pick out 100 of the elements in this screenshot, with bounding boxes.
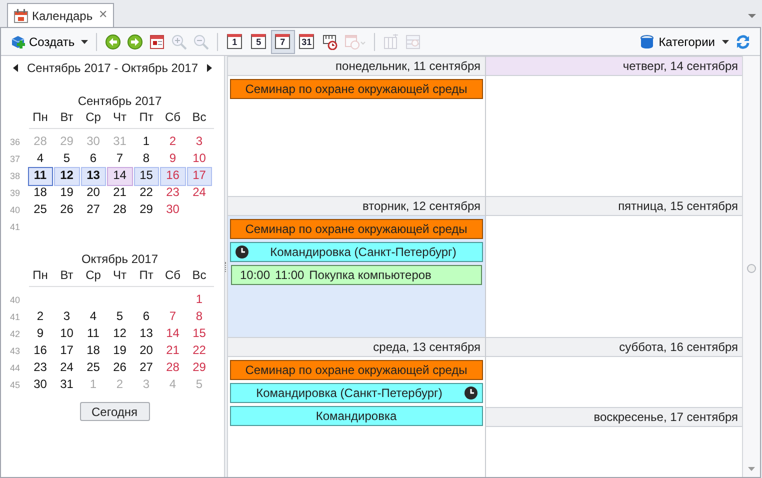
calendar-day[interactable]: 10 [186, 150, 212, 169]
calendar-day[interactable]: 14 [107, 167, 132, 186]
calendar-day[interactable]: 11 [80, 325, 106, 344]
calendar-day[interactable]: 23 [28, 359, 53, 378]
calendar-day[interactable]: 2 [160, 133, 186, 152]
calendar-day[interactable]: 10 [54, 325, 80, 344]
calendar-view-button[interactable]: 7 [270, 30, 295, 54]
calendar-day[interactable]: 20 [134, 342, 159, 361]
day-cell[interactable]: четверг, 14 сентября [486, 56, 742, 196]
next-icon[interactable] [207, 64, 212, 72]
calendar-icon [148, 34, 165, 50]
dropdown-caret-icon[interactable] [748, 14, 756, 18]
calendar-day[interactable]: 3 [54, 308, 80, 327]
calendar-day[interactable]: 2 [28, 308, 53, 327]
calendar-day[interactable]: 6 [80, 150, 106, 169]
calendar-day[interactable]: 31 [54, 376, 80, 395]
calendar-day[interactable]: 19 [107, 342, 132, 361]
calendar-day[interactable]: 22 [186, 342, 212, 361]
day-cell[interactable]: вторник, 12 сентября Семинар по охране окружающей среды Командировка (Санкт-Петербург) 10:00 11:00 Покупка компьютеров [228, 196, 484, 337]
calendar-day[interactable]: 1 [134, 133, 159, 152]
calendar-day[interactable]: 21 [160, 342, 186, 361]
calendar-view-button[interactable]: 1 [222, 30, 247, 54]
calendar-day[interactable]: 19 [54, 184, 80, 203]
scroll-thumb[interactable] [747, 264, 756, 273]
calendar-day[interactable]: 27 [80, 201, 106, 220]
calendar-day[interactable]: 16 [28, 342, 53, 361]
calendar-day[interactable]: 9 [160, 150, 186, 169]
calendar-day[interactable]: 25 [80, 359, 106, 378]
event-bar[interactable]: Командировка (Санкт-Петербург) [230, 382, 482, 403]
calendar-day[interactable]: 5 [54, 150, 80, 169]
refresh-icon [735, 34, 751, 50]
close-button[interactable]: ✕ [98, 10, 108, 21]
calendar-day[interactable]: 5 [107, 308, 132, 327]
calendar-day[interactable]: 12 [54, 167, 80, 186]
categories-button[interactable]: Категории [636, 30, 732, 54]
create-button[interactable]: Создать [7, 30, 91, 54]
calendar-day[interactable]: 29 [134, 201, 159, 220]
calendar-day[interactable]: 14 [160, 325, 186, 344]
calendar-day[interactable]: 25 [28, 201, 53, 220]
grid-clock-icon [404, 34, 421, 50]
event-bar[interactable]: 10:00 11:00 Покупка компьютеров [231, 265, 482, 286]
calendar-day[interactable]: 23 [160, 184, 186, 203]
calendar-day[interactable]: 9 [28, 325, 53, 344]
calendar-day[interactable]: 22 [134, 184, 159, 203]
event-bar[interactable]: Семинар по охране окружающей среды [230, 79, 482, 99]
weekday-label: Пн [32, 267, 49, 283]
today-button[interactable]: Сегодня [80, 402, 150, 421]
calendar-day[interactable]: 27 [134, 359, 159, 378]
calendar-day[interactable]: 13 [134, 325, 159, 344]
week-number: 41 [8, 311, 21, 324]
calendar-day[interactable]: 28 [107, 201, 132, 220]
event-bar[interactable]: Командировка (Санкт-Петербург) [230, 242, 482, 262]
calendar-day[interactable]: 11 [28, 167, 53, 186]
calendar-day[interactable]: 30 [28, 376, 53, 395]
calendar-day[interactable]: 3 [186, 133, 212, 152]
calendar-day[interactable]: 28 [160, 359, 186, 378]
week-number: 42 [8, 328, 21, 341]
day-header: воскресенье, 17 сентября [486, 406, 742, 427]
day-cell[interactable]: суббота, 16 сентября [486, 336, 742, 407]
calendar-tab[interactable]: Календарь ✕ [7, 3, 114, 27]
calendar-day[interactable]: 8 [186, 308, 212, 327]
calendar-day[interactable]: 1 [186, 291, 212, 310]
day-cell[interactable]: понедельник, 11 сентября Семинар по охране окружающей среды [228, 56, 484, 196]
calendar-day[interactable]: 6 [134, 308, 159, 327]
calendar-day[interactable]: 13 [80, 167, 106, 186]
day-cell[interactable]: пятница, 15 сентября [486, 196, 742, 337]
calendar-day[interactable]: 12 [107, 325, 132, 344]
calendar-day[interactable]: 18 [28, 184, 53, 203]
calendar-view-button[interactable]: 31 [294, 30, 319, 54]
calendar-day[interactable]: 24 [186, 184, 212, 203]
calendar-day[interactable]: 17 [54, 342, 80, 361]
calendar-day[interactable]: 15 [134, 167, 159, 186]
week-number: 44 [8, 362, 21, 375]
calendar-day[interactable]: 26 [54, 201, 80, 220]
calendar-day[interactable]: 26 [107, 359, 132, 378]
calendar-day[interactable]: 4 [80, 308, 106, 327]
date-range-title: Сентябрь 2017 - Октябрь 2017 [27, 60, 198, 77]
calendar-day[interactable]: 21 [107, 184, 132, 203]
calendar-day[interactable]: 16 [160, 167, 186, 186]
event-bar[interactable]: Семинар по охране окружающей среды [230, 219, 482, 240]
calendar-day[interactable]: 29 [186, 359, 212, 378]
calendar-day[interactable]: 30 [160, 201, 186, 220]
calendar-day[interactable]: 4 [28, 150, 53, 169]
scroll-down-icon[interactable] [748, 467, 755, 471]
caret-icon [80, 40, 88, 44]
calendar-day[interactable]: 18 [80, 342, 106, 361]
previous-icon[interactable] [13, 64, 18, 72]
event-bar[interactable]: Командировка [230, 406, 482, 426]
event-bar[interactable]: Семинар по охране окружающей среды [230, 360, 482, 380]
calendar-day[interactable]: 20 [80, 184, 106, 203]
calendar-view-button[interactable]: 5 [246, 30, 271, 54]
cylinder-icon [638, 34, 655, 50]
calendar-day[interactable]: 15 [186, 325, 212, 344]
calendar-day[interactable]: 24 [54, 359, 80, 378]
calendar-day[interactable]: 17 [186, 167, 212, 186]
calendar-day[interactable]: 8 [134, 150, 159, 169]
calendar-day[interactable]: 7 [107, 150, 132, 169]
calendar-day[interactable]: 7 [160, 308, 186, 327]
scrollbar[interactable] [742, 56, 760, 477]
day-cell[interactable]: воскресенье, 17 сентября [486, 406, 742, 477]
